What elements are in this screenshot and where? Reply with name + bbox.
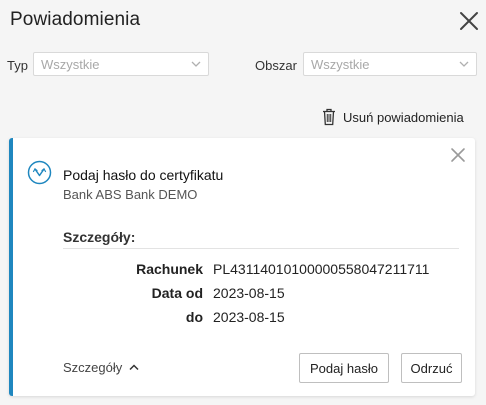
notifications-header: Powiadomienia [0,0,486,40]
notification-title: Podaj hasło do certyfikatu [63,167,224,183]
type-filter-label: Typ [7,58,28,73]
notification-subtitle: Bank ABS Bank DEMO [63,187,198,202]
chevron-down-icon [459,61,469,67]
dismiss-notification-icon[interactable] [450,147,466,163]
remove-all-label: Usuń powiadomienia [343,109,464,125]
detail-key-date-from: Data od [151,285,203,301]
details-toggle[interactable]: Szczegóły [63,357,139,377]
area-filter-select[interactable]: Wszystkie [303,52,477,76]
trash-icon [323,108,335,126]
close-icon[interactable] [458,10,480,32]
signature-icon [27,160,52,185]
type-filter-select[interactable]: Wszystkie [33,52,209,76]
area-filter-value: Wszystkie [311,57,370,72]
detail-key-date-to: do [185,309,203,325]
detail-key-account: Rachunek [136,261,203,277]
details-heading: Szczegóły: [63,229,136,245]
details-divider [63,248,459,249]
enter-password-button[interactable]: Podaj hasło [299,353,389,383]
details-toggle-label: Szczegóły [63,359,123,375]
chevron-up-icon [129,364,139,371]
area-filter-label: Obszar [255,58,297,73]
notification-card: Podaj hasło do certyfikatu Bank ABS Bank… [9,138,475,396]
type-filter-value: Wszystkie [41,57,100,72]
page-title: Powiadomienia [10,9,141,30]
detail-value-account: PL43114010100000558047211711 [213,261,430,277]
detail-value-date-from: 2023-08-15 [213,285,285,301]
chevron-down-icon [191,61,201,67]
remove-all-notifications-button[interactable]: Usuń powiadomienia [322,107,464,127]
reject-button[interactable]: Odrzuć [401,353,462,383]
detail-value-date-to: 2023-08-15 [213,309,285,325]
